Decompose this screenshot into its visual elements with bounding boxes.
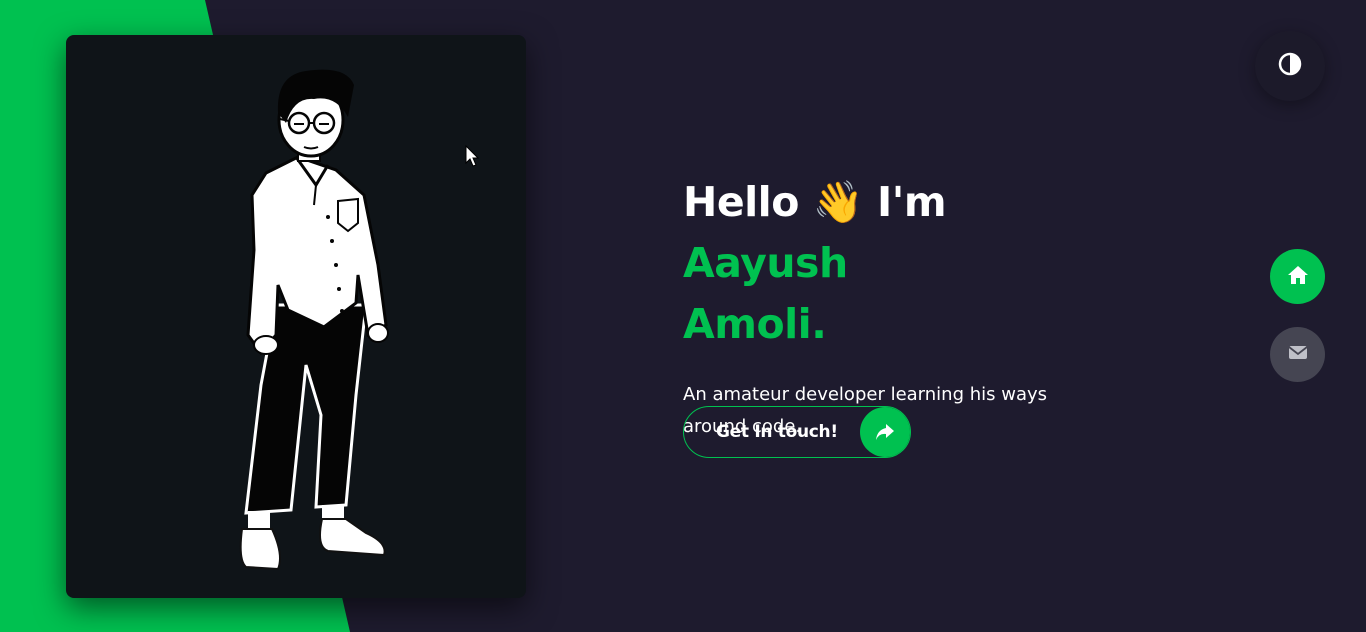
get-in-touch-button[interactable]: Get In touch! [683, 406, 911, 458]
avatar-illustration-card [66, 35, 526, 598]
contrast-icon [1278, 52, 1302, 80]
mouse-cursor-icon [465, 144, 480, 171]
intro-text: I'm [877, 178, 947, 226]
share-arrow-icon [860, 407, 910, 457]
mail-icon [1287, 345, 1308, 364]
nav-mail-button[interactable] [1270, 327, 1325, 382]
side-navigation [1270, 249, 1325, 405]
developer-illustration [239, 69, 389, 571]
home-icon [1287, 265, 1309, 289]
portfolio-page: Hello 👋 I'm Aayush Amoli. An amateur dev… [0, 0, 1366, 632]
wave-emoji: 👋 [812, 178, 864, 226]
name-last: Amoli. [683, 300, 827, 348]
greeting-text: Hello [683, 178, 799, 226]
name-first: Aayush [683, 239, 848, 287]
theme-toggle-button[interactable] [1255, 31, 1325, 101]
hero-title: Hello 👋 I'm Aayush Amoli. [683, 172, 1103, 355]
get-in-touch-label: Get In touch! [716, 422, 838, 442]
hero-section: Hello 👋 I'm Aayush Amoli. An amateur dev… [683, 172, 1103, 443]
nav-home-button[interactable] [1270, 249, 1325, 304]
